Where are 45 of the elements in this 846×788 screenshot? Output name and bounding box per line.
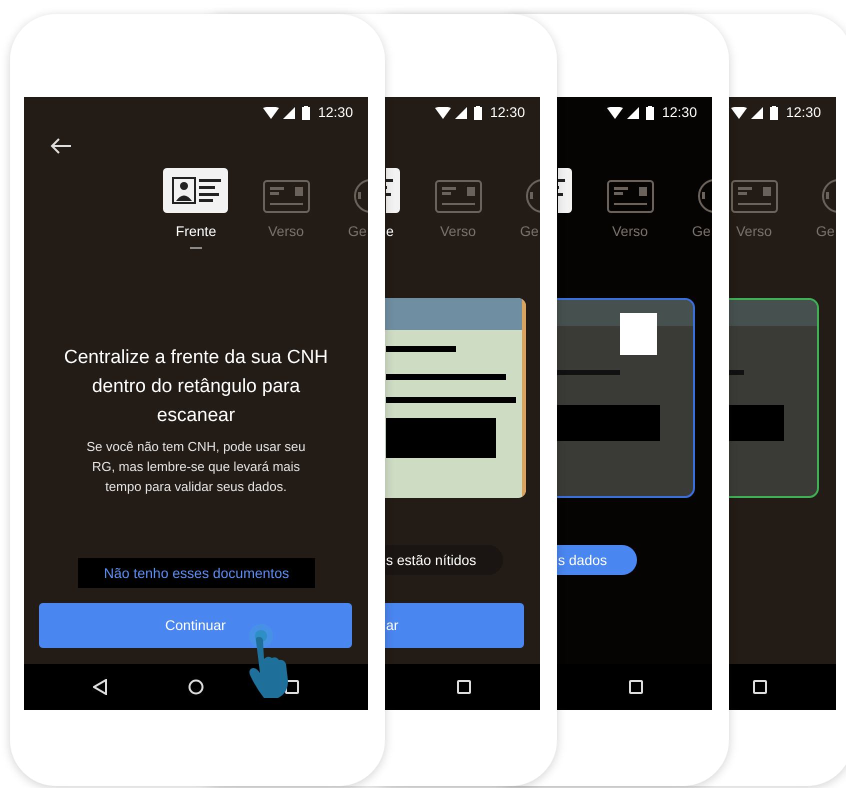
no-documents-link[interactable]: Não tenho esses documentos <box>78 558 315 588</box>
wifi-icon <box>730 106 747 118</box>
battery-icon <box>770 106 778 120</box>
signal-icon <box>282 106 295 118</box>
tab-label[interactable]: Verso <box>268 221 304 242</box>
tab-label[interactable]: Verso <box>736 221 772 242</box>
recents-nav-icon[interactable] <box>457 680 471 694</box>
back-nav-icon[interactable] <box>93 679 107 695</box>
signal-icon <box>750 106 763 118</box>
recents-nav-icon[interactable] <box>753 680 767 694</box>
tab-label[interactable]: Verso <box>612 221 648 242</box>
tab-indicator <box>190 247 202 249</box>
continue-button[interactable]: Continuar <box>39 603 352 648</box>
status-time: 12:30 <box>786 103 821 122</box>
status-time: 12:30 <box>318 103 353 122</box>
wifi-icon <box>606 106 623 118</box>
signal-icon <box>626 106 639 118</box>
tab-label[interactable]: Ge <box>520 221 539 242</box>
id-card-icon[interactable] <box>386 168 400 213</box>
tab-label[interactable]: e <box>386 221 394 242</box>
id-card-icon[interactable] <box>558 168 572 213</box>
tab-label[interactable]: Ge <box>692 221 711 242</box>
card-back-icon[interactable] <box>435 180 482 213</box>
signal-icon <box>454 106 467 118</box>
instruction-text: Se você não tem CNH, pode usar seu RG, mas lembre-se que levará mais tempo para validar seus dados. <box>86 438 306 496</box>
recents-nav-icon[interactable] <box>285 680 299 694</box>
wifi-icon <box>434 106 451 118</box>
id-card-icon[interactable] <box>163 168 228 213</box>
battery-icon <box>474 106 482 120</box>
wifi-icon <box>262 106 279 118</box>
card-back-icon[interactable] <box>731 180 778 213</box>
card-back-icon[interactable] <box>263 180 310 213</box>
tab-label[interactable]: Ge <box>348 221 367 242</box>
home-nav-icon[interactable] <box>188 679 204 695</box>
status-time: 12:30 <box>662 103 697 122</box>
card-back-icon[interactable] <box>607 180 654 213</box>
back-arrow-icon[interactable] <box>50 137 72 155</box>
battery-icon <box>302 106 310 120</box>
status-time: 12:30 <box>490 103 525 122</box>
instruction-heading: Centralize a frente da sua CNH dentro do retângulo para escanear <box>64 346 328 428</box>
tab-label[interactable]: Verso <box>440 221 476 242</box>
tab-label[interactable]: Ge <box>816 221 835 242</box>
tab-label[interactable]: Frente <box>176 221 216 242</box>
recents-nav-icon[interactable] <box>629 680 643 694</box>
battery-icon <box>646 106 654 120</box>
